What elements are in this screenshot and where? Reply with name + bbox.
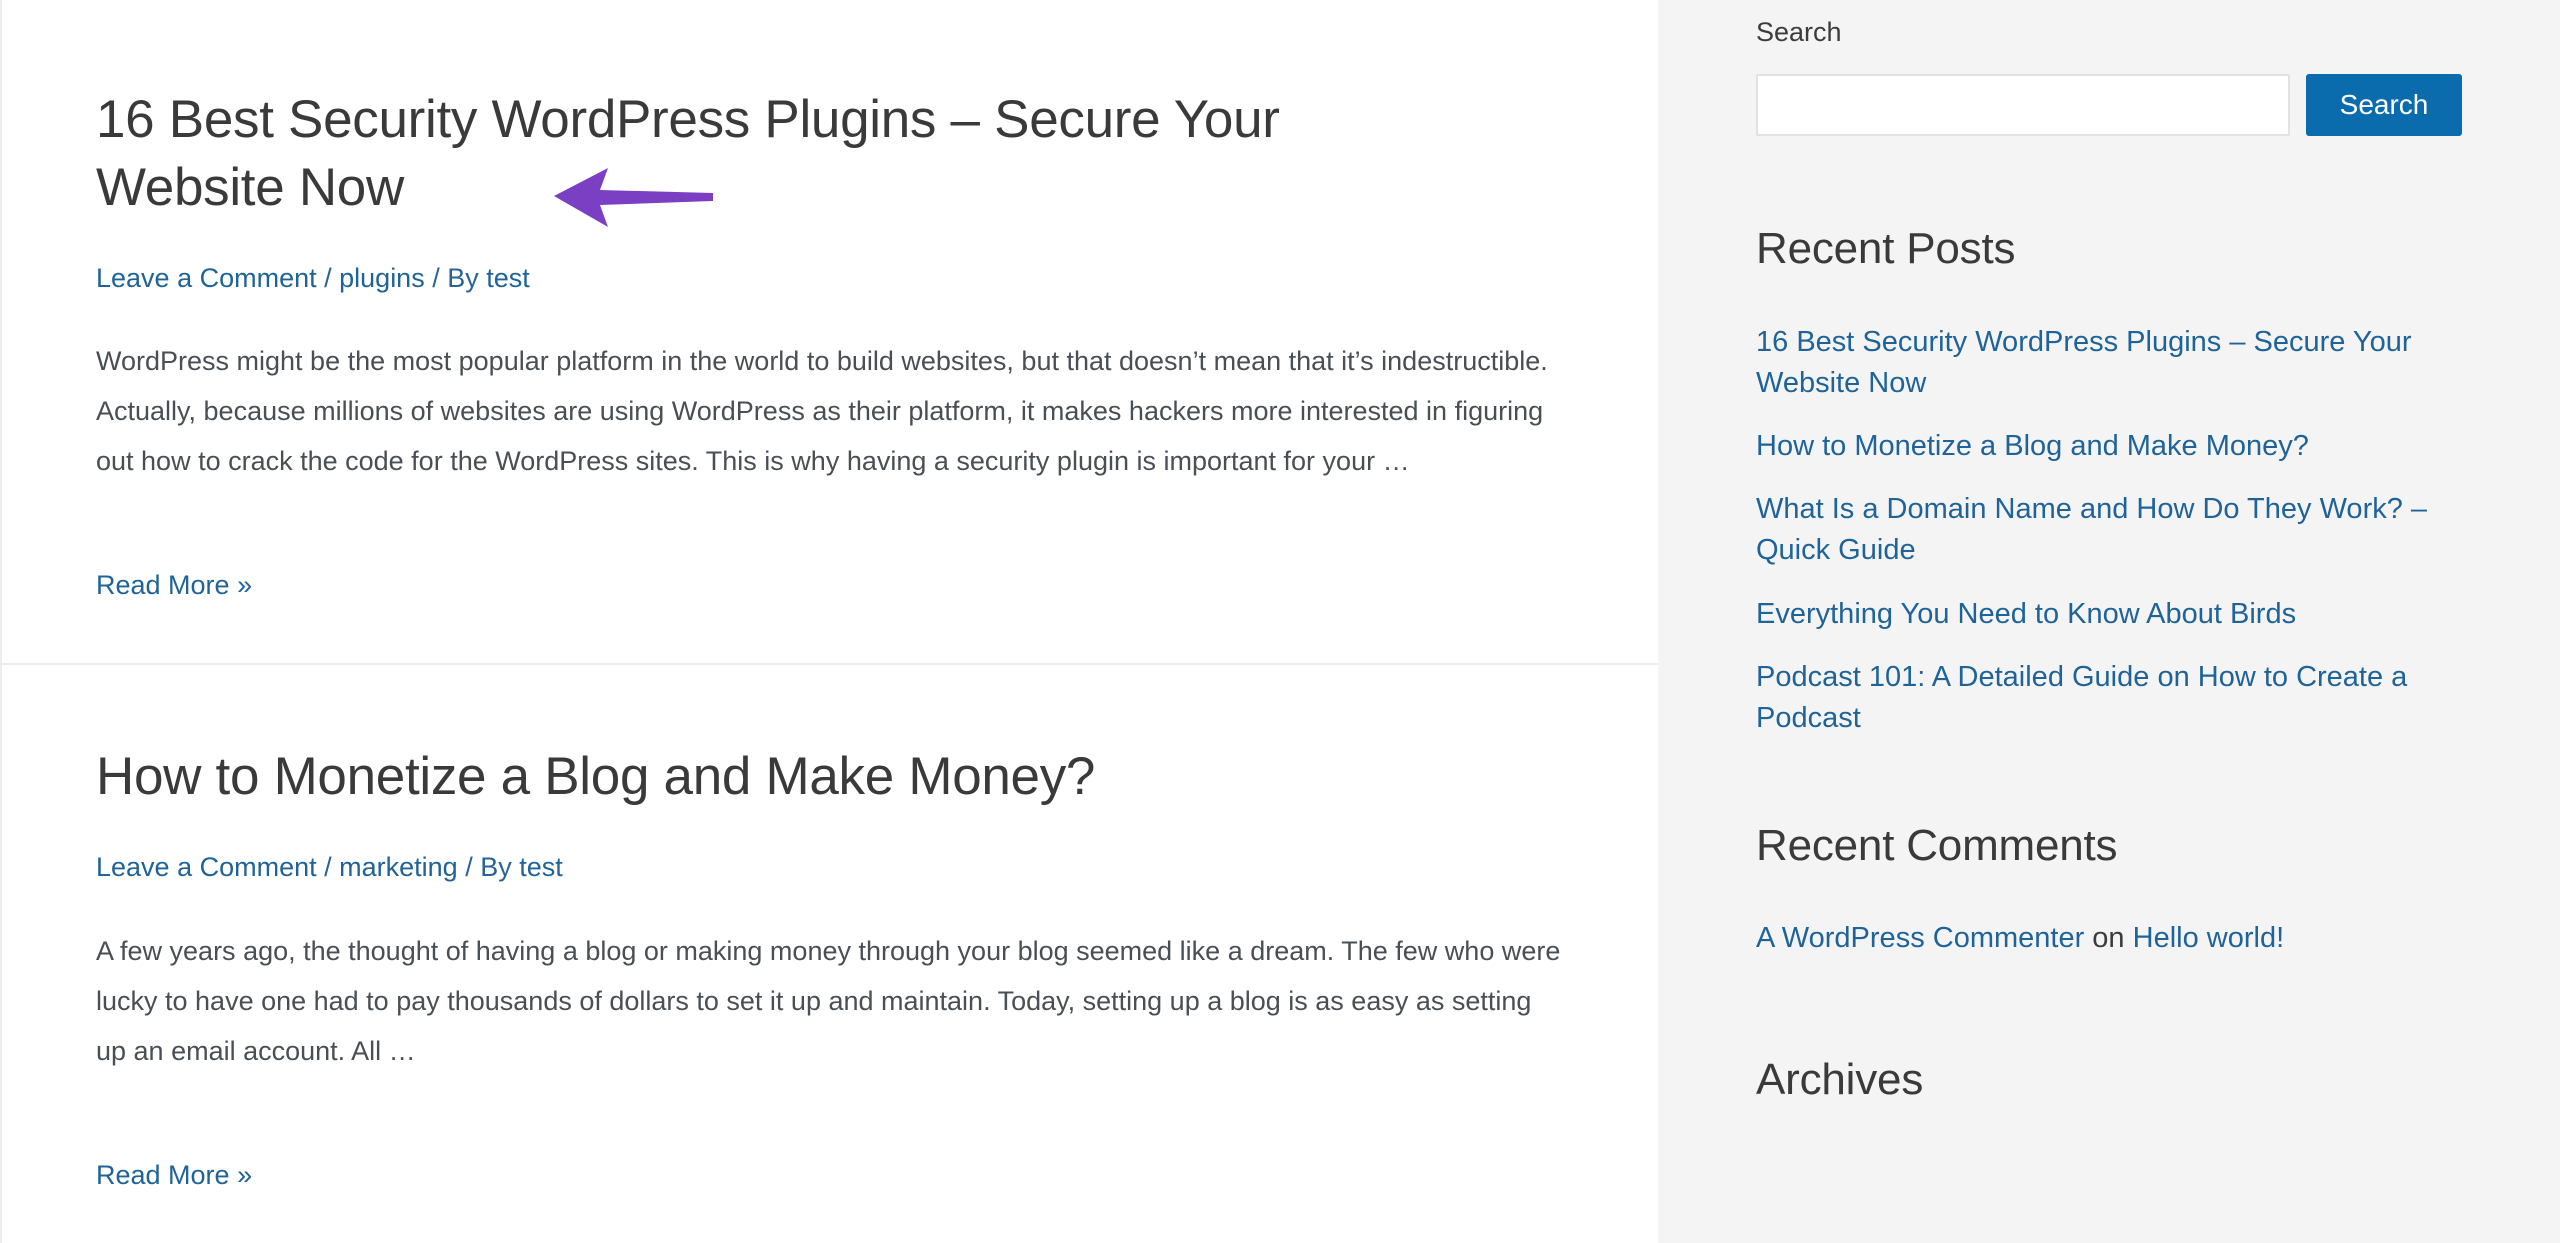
- comment-connector: on: [2092, 922, 2125, 955]
- leave-a-comment-link-1[interactable]: Leave a Comment: [96, 263, 317, 293]
- widget-recent-comments: Recent Comments A WordPress Commenter on…: [1756, 821, 2462, 959]
- leave-a-comment-link-2[interactable]: Leave a Comment: [96, 852, 317, 882]
- widget-archives: Archives: [1756, 1055, 2462, 1105]
- comment-post-link[interactable]: Hello world!: [2133, 922, 2285, 954]
- widget-recent-posts: Recent Posts 16 Best Security WordPress …: [1756, 224, 2462, 739]
- recent-post-link-1[interactable]: 16 Best Security WordPress Plugins – Sec…: [1756, 322, 2462, 404]
- sidebar: Search Search Recent Posts 16 Best Secur…: [1658, 0, 2560, 1243]
- list-item: Everything You Need to Know About Birds: [1756, 594, 2462, 635]
- search-input[interactable]: [1756, 73, 2290, 136]
- recent-posts-list: 16 Best Security WordPress Plugins – Sec…: [1756, 322, 2462, 739]
- post-author-link-1[interactable]: test: [486, 263, 530, 293]
- list-item: 16 Best Security WordPress Plugins – Sec…: [1756, 322, 2462, 404]
- archives-heading: Archives: [1756, 1055, 1924, 1105]
- post-category-link-1[interactable]: plugins: [339, 263, 425, 293]
- recent-post-link-2[interactable]: How to Monetize a Blog and Make Money?: [1756, 426, 2462, 467]
- post-card-2: How to Monetize a Blog and Make Money? L…: [2, 665, 1658, 1190]
- recent-comments-heading: Recent Comments: [1756, 821, 2118, 871]
- recent-comments-list: A WordPress Commenter on Hello world!: [1756, 917, 2462, 959]
- search-label: Search: [1756, 17, 1842, 47]
- post-title-2[interactable]: How to Monetize a Blog and Make Money?: [96, 743, 1426, 811]
- post-excerpt-1: WordPress might be the most popular plat…: [96, 346, 1548, 477]
- recent-post-link-3[interactable]: What Is a Domain Name and How Do They Wo…: [1756, 489, 2462, 571]
- search-form: Search: [1756, 73, 2462, 136]
- list-item: What Is a Domain Name and How Do They Wo…: [1756, 489, 2462, 571]
- post-title-1[interactable]: 16 Best Security WordPress Plugins – Sec…: [96, 86, 1426, 222]
- post-author-link-2[interactable]: test: [519, 852, 563, 882]
- main-content-column: 16 Best Security WordPress Plugins – Sec…: [0, 0, 1658, 1243]
- list-item: A WordPress Commenter on Hello world!: [1756, 917, 2462, 959]
- list-item: How to Monetize a Blog and Make Money?: [1756, 426, 2462, 467]
- meta-separator: /: [457, 852, 481, 883]
- recent-post-link-4[interactable]: Everything You Need to Know About Birds: [1756, 594, 2462, 635]
- blog-archive-page: 16 Best Security WordPress Plugins – Sec…: [0, 0, 2560, 1243]
- post-bottom-spacer: [2, 601, 1658, 663]
- meta-separator: /: [424, 262, 448, 293]
- post-meta-2: Leave a Comment / marketing / By test: [96, 849, 1564, 887]
- post-meta-1: Leave a Comment / plugins / By test: [96, 260, 1564, 298]
- list-item: Podcast 101: A Detailed Guide on How to …: [1756, 657, 2462, 739]
- recent-post-link-5[interactable]: Podcast 101: A Detailed Guide on How to …: [1756, 657, 2462, 739]
- recent-posts-heading: Recent Posts: [1756, 223, 2016, 273]
- meta-separator: /: [316, 852, 340, 883]
- meta-separator: /: [316, 262, 340, 293]
- widget-search: Search Search: [1756, 0, 2462, 136]
- search-button[interactable]: Search: [2306, 73, 2462, 136]
- post-card-1: 16 Best Security WordPress Plugins – Sec…: [2, 0, 1658, 601]
- byline-prefix-2: By: [480, 852, 512, 883]
- read-more-link-1[interactable]: Read More »: [96, 570, 252, 601]
- read-more-link-2[interactable]: Read More »: [96, 1160, 252, 1191]
- post-category-link-2[interactable]: marketing: [339, 852, 458, 882]
- byline-prefix-1: By: [447, 262, 479, 293]
- comment-author-link[interactable]: A WordPress Commenter: [1756, 922, 2084, 954]
- post-excerpt-2: A few years ago, the thought of having a…: [96, 935, 1561, 1066]
